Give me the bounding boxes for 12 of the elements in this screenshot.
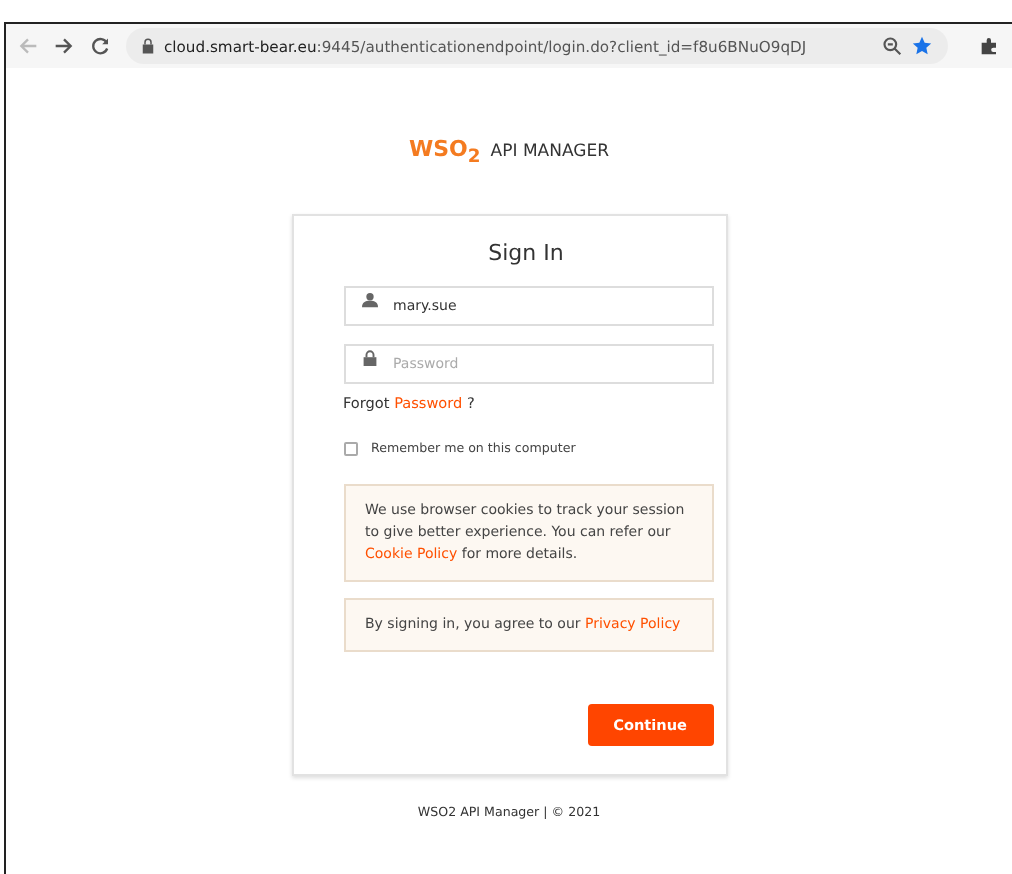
forward-icon[interactable] <box>54 36 74 56</box>
remember-checkbox[interactable] <box>343 442 357 457</box>
puzzle-icon[interactable] <box>980 36 1000 56</box>
lock-icon <box>142 38 154 54</box>
logo-product: API MANAGER <box>490 142 609 162</box>
zoom-icon[interactable] <box>882 36 902 56</box>
user-icon <box>361 292 377 309</box>
lock-icon <box>361 350 377 367</box>
logo-brand: WSO$_{2}$ <box>409 136 481 169</box>
form-title: Sign In <box>486 240 566 267</box>
star-icon[interactable] <box>912 36 932 56</box>
reload-icon[interactable] <box>90 36 110 56</box>
